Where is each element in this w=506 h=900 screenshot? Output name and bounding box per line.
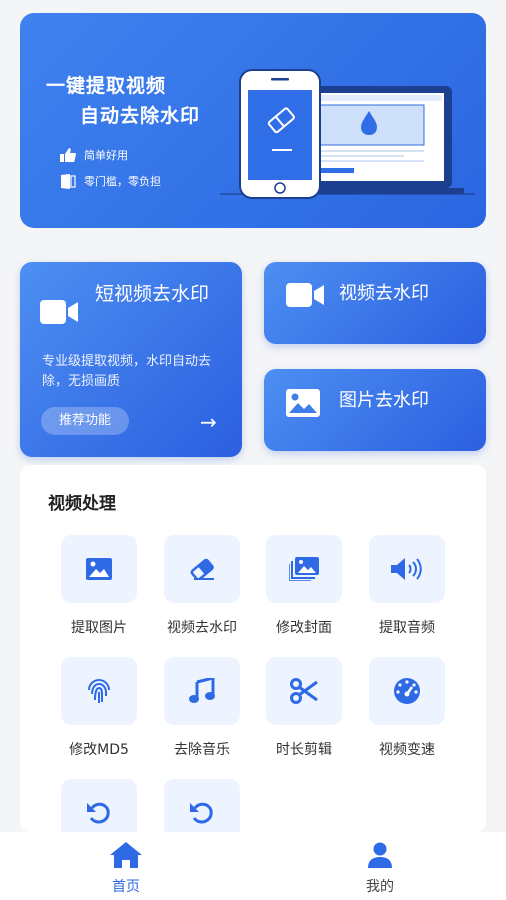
tool-video-speed[interactable]: 视频变速 — [362, 657, 452, 759]
tool-icon-box — [61, 779, 137, 832]
tool-extract-image[interactable]: 提取图片 — [54, 535, 144, 637]
image-watermark-card[interactable]: 图片去水印 — [264, 369, 486, 451]
nav-mine-label: 我的 — [366, 879, 394, 895]
nav-mine[interactable]: 我的 — [350, 842, 410, 896]
tool-icon-box — [369, 657, 445, 725]
tool-icon-box — [266, 657, 342, 725]
tool-label: 提取图片 — [71, 620, 127, 636]
fingerprint-icon — [88, 678, 110, 703]
home-icon — [110, 842, 142, 868]
tool-trim-duration[interactable]: 时长剪辑 — [259, 657, 349, 759]
tool-undo-1[interactable] — [54, 779, 144, 832]
speaker-icon — [391, 558, 422, 580]
picture-icon — [286, 389, 320, 417]
devices-illustration — [220, 69, 475, 199]
tool-undo-2[interactable] — [157, 779, 247, 832]
video-camera-icon — [40, 300, 78, 324]
tool-icon-box — [61, 535, 137, 603]
door-icon — [61, 173, 76, 189]
section-title: 视频处理 — [48, 494, 116, 514]
images-stack-icon — [289, 557, 319, 581]
tool-icon-box — [369, 535, 445, 603]
tool-remove-music[interactable]: 去除音乐 — [157, 657, 247, 759]
undo-icon — [87, 802, 110, 824]
eraser-icon — [190, 558, 214, 580]
tool-icon-box — [61, 657, 137, 725]
video-watermark-card[interactable]: 视频去水印 — [264, 262, 486, 344]
tool-icon-box — [164, 779, 240, 832]
card-description: 专业级提取视频，水印自动去除，无损画质 — [42, 354, 212, 389]
tool-modify-cover[interactable]: 修改封面 — [259, 535, 349, 637]
tool-label: 视频变速 — [379, 742, 435, 758]
undo-icon — [190, 802, 213, 824]
tool-modify-md5[interactable]: 修改MD5 — [54, 657, 144, 759]
tool-icon-box — [164, 657, 240, 725]
banner-headline-1: 一键提取视频 — [46, 75, 167, 97]
card-title: 视频去水印 — [339, 283, 429, 304]
tool-label: 修改MD5 — [69, 742, 129, 758]
banner-feature-label: 零门槛，零负担 — [84, 175, 161, 188]
video-camera-icon — [286, 283, 324, 307]
short-video-watermark-card[interactable]: 短视频去水印 专业级提取视频，水印自动去除，无损画质 推荐功能 → — [20, 262, 242, 457]
video-processing-panel: 视频处理 提取图片 视频去水印 修改封面 提取音频 修改MD5 去除音乐 时长剪… — [20, 465, 486, 832]
speedometer-icon — [394, 678, 420, 704]
nav-home-label: 首页 — [112, 879, 140, 895]
bottom-nav: 首页 我的 — [0, 832, 506, 900]
banner-feature-easy: 简单好用 — [60, 147, 128, 163]
banner-headline-2: 自动去除水印 — [80, 105, 201, 127]
tool-extract-audio[interactable]: 提取音频 — [362, 535, 452, 637]
card-title: 短视频去水印 — [95, 283, 210, 305]
music-note-icon — [189, 678, 215, 703]
image-icon — [86, 558, 112, 580]
tool-icon-box — [164, 535, 240, 603]
tool-icon-box — [266, 535, 342, 603]
tool-label: 提取音频 — [379, 620, 435, 636]
tool-label: 修改封面 — [276, 620, 332, 636]
tool-video-watermark[interactable]: 视频去水印 — [157, 535, 247, 637]
tool-label: 视频去水印 — [167, 620, 237, 636]
arrow-right-icon[interactable]: → — [200, 410, 217, 434]
banner-feature-zero: 零门槛，零负担 — [60, 173, 161, 189]
nav-home[interactable]: 首页 — [96, 842, 156, 896]
card-title: 图片去水印 — [339, 390, 429, 411]
recommended-tag: 推荐功能 — [41, 407, 129, 435]
promo-banner[interactable]: 一键提取视频 自动去除水印 简单好用 零门槛，零负担 — [20, 13, 486, 228]
tool-label: 去除音乐 — [174, 742, 230, 758]
scissors-icon — [290, 678, 318, 704]
thumbs-up-icon — [60, 148, 76, 162]
user-icon — [368, 842, 392, 868]
tool-label: 时长剪辑 — [276, 742, 332, 758]
banner-feature-label: 简单好用 — [84, 149, 128, 162]
